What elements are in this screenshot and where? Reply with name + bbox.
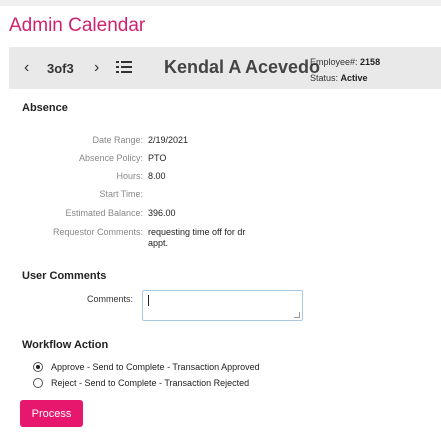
employee-name: Kendal A Acevedo [164,57,321,77]
hours-value: 8.00 [148,171,166,181]
resize-handle-icon[interactable] [294,312,300,318]
employee-status: Active [340,73,368,83]
record-navigation-bar: ‹ 3of3 › Kendal A Acevedo Employee#: 215… [9,47,441,89]
requestor-comments-label: Requestor Comments: [52,227,143,237]
employee-number-row: Employee#: 2158 [310,54,380,70]
hours-label: Hours: [116,171,143,181]
absence-policy-value: PTO [148,153,167,163]
employee-number: 2158 [360,57,381,67]
employee-status-row: Status: Active [310,70,380,86]
comments-textarea[interactable] [142,290,303,321]
absence-heading: Absence [22,102,68,114]
employee-number-label: Employee#: [310,57,358,67]
top-strip [0,0,441,6]
requestor-comments-value: requesting time off for dr appt. [148,227,246,248]
approve-option[interactable]: Approve - Send to Complete - Transaction… [33,362,260,372]
absence-policy-label: Absence Policy: [78,153,143,163]
start-time-label: Start Time: [99,189,143,199]
date-range-label: Date Range: [92,135,143,145]
page-title: Admin Calendar [9,15,146,36]
employee-meta: Employee#: 2158 Status: Active [310,54,380,86]
record-counter: 3of3 [47,61,74,76]
estimated-balance-label: Estimated Balance: [65,208,143,218]
reject-option-label: Reject - Send to Complete - Transaction … [51,378,250,388]
date-range-value: 2/19/2021 [148,135,189,145]
chevron-right-icon[interactable]: › [94,59,99,77]
employee-status-label: Status: [310,73,339,83]
text-cursor [148,295,149,306]
reject-option[interactable]: Reject - Send to Complete - Transaction … [33,378,249,388]
chevron-left-icon[interactable]: ‹ [24,59,29,77]
approve-radio[interactable] [33,362,43,372]
reject-radio[interactable] [33,378,43,388]
list-icon[interactable] [116,61,132,74]
approve-option-label: Approve - Send to Complete - Transaction… [51,362,260,372]
comments-label: Comments: [87,294,134,304]
user-comments-heading: User Comments [22,270,107,282]
estimated-balance-value: 396.00 [148,208,176,218]
workflow-action-heading: Workflow Action [22,339,109,351]
process-button[interactable]: Process [20,400,83,427]
